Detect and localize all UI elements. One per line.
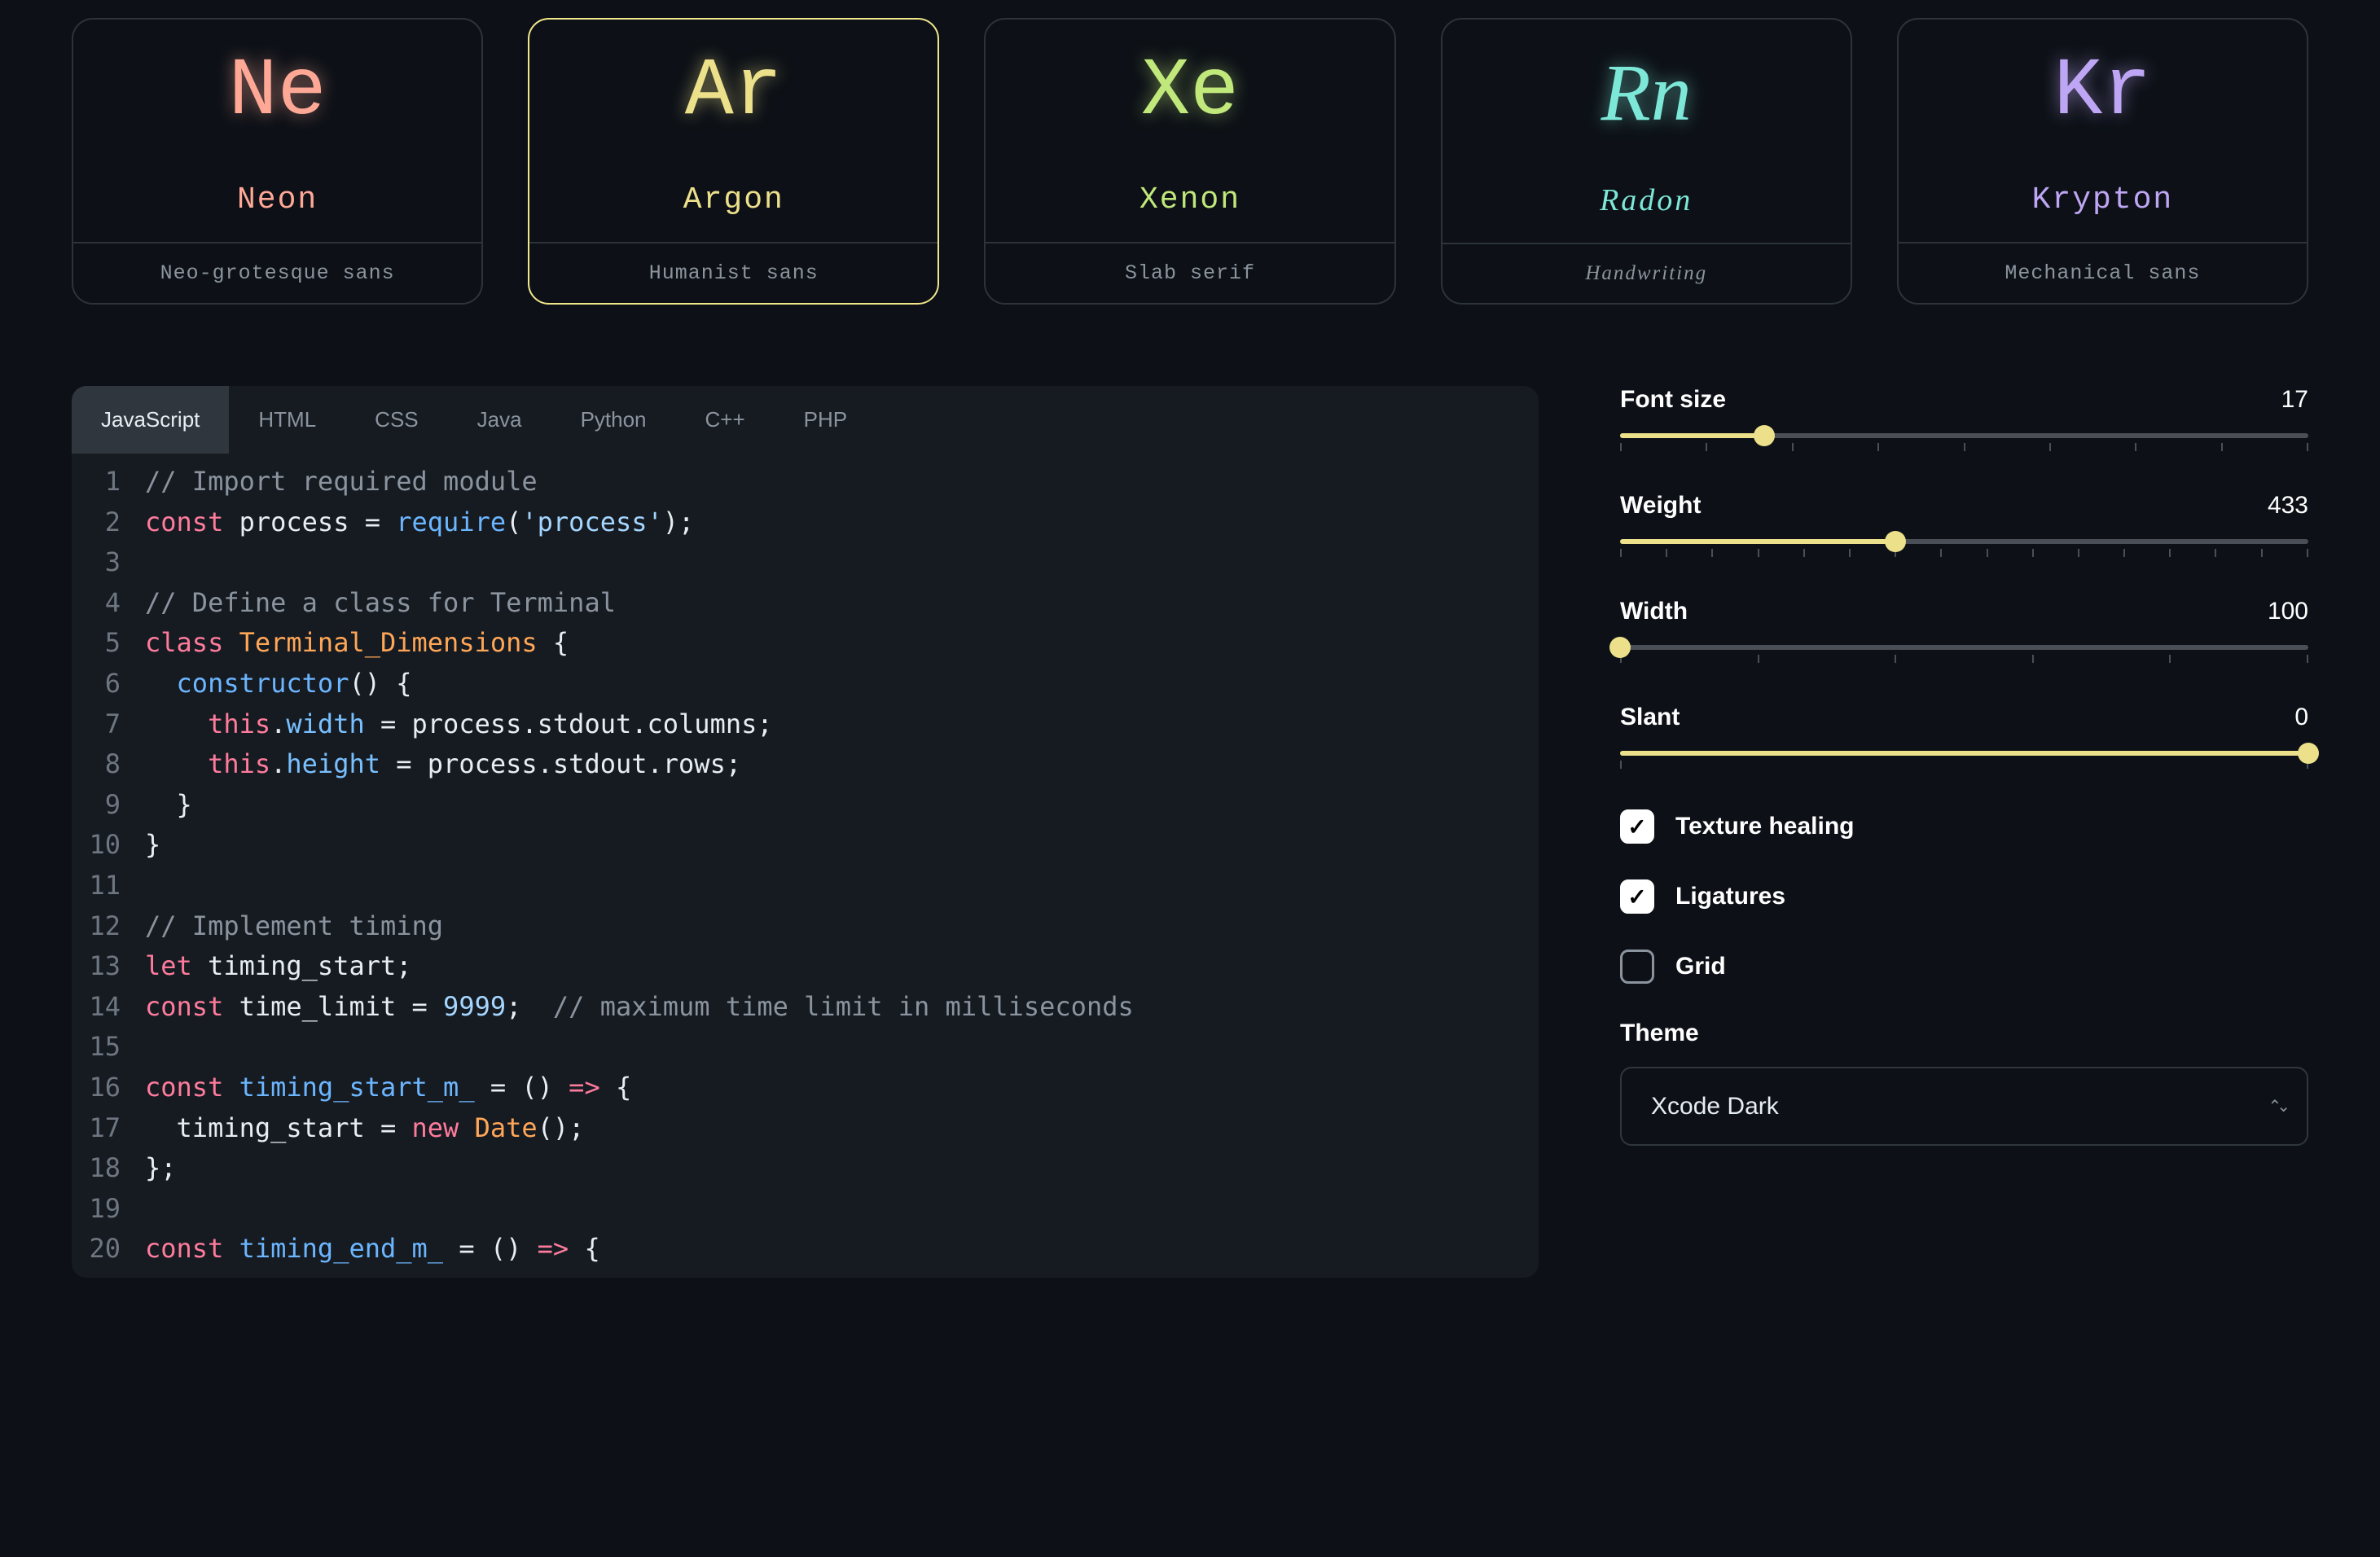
line-number: 11 [72,866,145,906]
width-slider[interactable] [1620,645,2308,650]
font-name-label: Krypton [2032,182,2174,217]
code-editor[interactable]: 1// Import required module2const process… [72,454,1539,1278]
font-symbol: Xe [1141,20,1239,134]
line-number: 17 [72,1108,145,1149]
code-line: let timing_start; [145,946,412,987]
weight-slider[interactable] [1620,539,2308,544]
tab-java[interactable]: Java [448,386,551,454]
ligatures-checkbox[interactable] [1620,879,1654,914]
grid-checkbox-label: Grid [1675,953,1726,980]
code-line: } [145,825,160,866]
checkbox-row-ligatures[interactable]: Ligatures [1620,879,2308,914]
font-card-xenon[interactable]: Xe Xenon Slab serif [984,18,1395,305]
code-line: const process = require('process'); [145,502,694,543]
code-line: }; [145,1148,177,1189]
font-card-krypton[interactable]: Kr Krypton Mechanical sans [1897,18,2308,305]
line-number: 3 [72,542,145,583]
slant-label: Slant [1620,704,1680,731]
tab-php[interactable]: PHP [775,386,876,454]
tab-html[interactable]: HTML [229,386,345,454]
line-number: 2 [72,502,145,543]
code-line: // Import required module [145,462,538,502]
code-line: this.width = process.stdout.columns; [145,704,773,745]
line-number: 18 [72,1148,145,1189]
code-line: constructor() { [145,664,412,704]
line-number: 19 [72,1189,145,1230]
texture-healing-checkbox[interactable] [1620,809,1654,844]
font-size-slider-thumb[interactable] [1754,425,1775,446]
line-number: 20 [72,1229,145,1270]
line-number: 16 [72,1068,145,1108]
font-name-label: Radon [1600,182,1693,218]
slant-value: 0 [2294,704,2308,731]
code-line: const timing_start_m_ = () => { [145,1068,631,1108]
font-name-label: Xenon [1140,182,1240,217]
slant-slider[interactable] [1620,751,2308,756]
font-card-neon[interactable]: Ne Neon Neo-grotesque sans [72,18,483,305]
line-number: 1 [72,462,145,502]
control-weight: Weight 433 [1620,492,2308,557]
ligatures-checkbox-label: Ligatures [1675,883,1785,910]
width-label: Width [1620,598,1688,625]
language-tabs: JavaScriptHTMLCSSJavaPythonC++PHP [72,386,1539,454]
checkbox-row-grid[interactable]: Grid [1620,950,2308,984]
line-number: 7 [72,704,145,745]
tab-python[interactable]: Python [551,386,676,454]
font-size-value: 17 [2281,386,2308,414]
font-symbol: Ne [229,20,327,134]
line-number: 15 [72,1027,145,1068]
font-style-label: Handwriting [1442,243,1851,303]
control-slant: Slant 0 [1620,704,2308,769]
font-style-label: Mechanical sans [1899,242,2307,303]
texture-healing-checkbox-label: Texture healing [1675,813,1855,840]
tab-css[interactable]: CSS [345,386,447,454]
font-name-label: Argon [683,182,784,217]
line-number: 8 [72,744,145,785]
code-line: // Define a class for Terminal [145,583,616,624]
tab-javascript[interactable]: JavaScript [72,386,229,454]
line-number: 4 [72,583,145,624]
theme-select[interactable]: Xcode Dark [1620,1067,2308,1146]
line-number: 9 [72,785,145,826]
line-number: 12 [72,906,145,947]
weight-label: Weight [1620,492,1701,520]
font-style-label: Humanist sans [529,242,938,303]
control-font-size: Font size 17 [1620,386,2308,451]
weight-value: 433 [2268,492,2308,520]
font-card-argon[interactable]: Ar Argon Humanist sans [528,18,939,305]
code-line: const time_limit = 9999; // maximum time… [145,987,1134,1028]
code-line: this.height = process.stdout.rows; [145,744,741,785]
width-slider-thumb[interactable] [1609,637,1631,658]
font-symbol: Rn [1601,20,1692,134]
control-width: Width 100 [1620,598,2308,663]
code-line: } [145,785,192,826]
line-number: 10 [72,825,145,866]
line-number: 13 [72,946,145,987]
font-symbol: Ar [685,20,783,134]
line-number: 6 [72,664,145,704]
code-line: timing_start = new Date(); [145,1108,584,1149]
weight-slider-thumb[interactable] [1885,531,1906,552]
width-value: 100 [2268,598,2308,625]
font-name-label: Neon [237,182,318,217]
line-number: 14 [72,987,145,1028]
font-size-label: Font size [1620,386,1726,414]
line-number: 5 [72,623,145,664]
slant-slider-thumb[interactable] [2298,743,2319,764]
font-style-label: Neo-grotesque sans [73,242,481,303]
theme-label: Theme [1620,1020,2308,1047]
font-symbol: Kr [2053,20,2151,134]
font-style-label: Slab serif [986,242,1394,303]
grid-checkbox[interactable] [1620,950,1654,984]
code-line: const timing_end_m_ = () => { [145,1229,600,1270]
code-line: // Implement timing [145,906,443,947]
tab-cplus+[interactable]: C++ [676,386,775,454]
checkbox-row-texture-healing[interactable]: Texture healing [1620,809,2308,844]
font-size-slider[interactable] [1620,433,2308,438]
code-line: class Terminal_Dimensions { [145,623,569,664]
font-card-radon[interactable]: Rn Radon Handwriting [1441,18,1852,305]
